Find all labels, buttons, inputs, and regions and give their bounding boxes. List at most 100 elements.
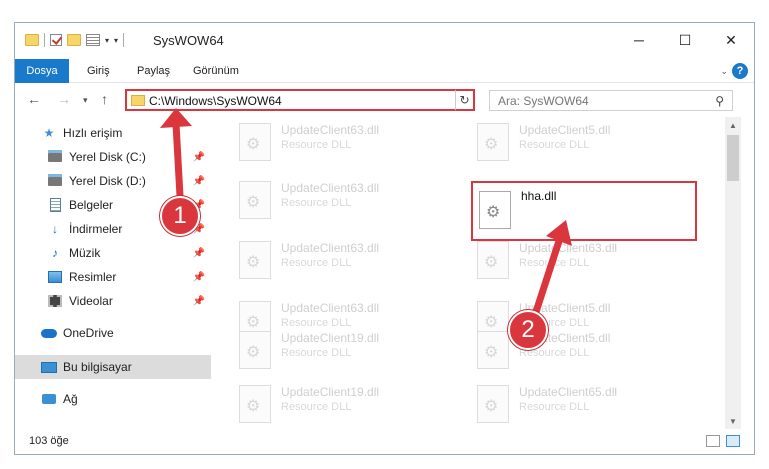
maximize-button[interactable]: ☐ (662, 23, 708, 57)
dll-file-icon: ⚙ (239, 123, 271, 161)
search-icon: ⚲ (715, 94, 724, 108)
dll-file-icon: ⚙ (477, 385, 509, 423)
vertical-scrollbar[interactable]: ▲ ▼ (725, 117, 741, 429)
sidebar-item-videos[interactable]: Videolar 📌 (15, 289, 211, 313)
explorer-window: ▾ ▾ SysWOW64 ─ ☐ ✕ Dosya Giriş Paylaş Gö… (14, 22, 755, 455)
pin-icon[interactable]: 📌 (193, 272, 205, 283)
sidebar-item-music[interactable]: ♪ Müzik 📌 (15, 241, 211, 265)
gear-icon: ⚙ (246, 194, 261, 211)
gear-icon: ⚙ (484, 136, 499, 153)
item-count: 103 öğe (29, 435, 69, 447)
scroll-up-icon[interactable]: ▲ (725, 117, 741, 133)
file-item[interactable]: ⚙ UpdateClient5.dll Resource DLL (477, 117, 697, 167)
navigation-bar: ← → ▾ ↑ C:\Windows\SysWOW64 ⌄ ↻ ⚲ (15, 85, 754, 115)
toolbar-divider (44, 33, 45, 47)
dll-file-icon: ⚙ (239, 331, 271, 369)
file-item-hha-dll[interactable]: ⚙ hha.dll (471, 181, 697, 241)
dll-file-icon: ⚙ (479, 191, 511, 229)
pin-icon[interactable]: 📌 (193, 296, 205, 307)
folder-icon (131, 95, 145, 106)
download-icon: ↓ (52, 222, 58, 236)
drive-icon (48, 173, 62, 186)
large-icons-view-icon[interactable] (726, 435, 740, 447)
dll-file-icon: ⚙ (477, 241, 509, 279)
pin-icon[interactable]: 📌 (193, 152, 205, 163)
new-folder-icon[interactable] (67, 34, 81, 46)
sidebar-item-onedrive[interactable]: OneDrive (15, 321, 211, 345)
step-badge-2: 2 (508, 310, 548, 350)
gear-icon: ⚙ (246, 344, 261, 361)
tab-share[interactable]: Paylaş (137, 59, 170, 83)
help-button[interactable]: ? (732, 63, 748, 79)
pin-icon[interactable]: 📌 (193, 176, 205, 187)
minimize-button[interactable]: ─ (616, 23, 662, 57)
file-item[interactable]: ⚙ UpdateClient65.dll Resource DLL (477, 379, 697, 429)
title-bar: ▾ ▾ SysWOW64 ─ ☐ ✕ (15, 23, 754, 59)
view-switcher (706, 435, 740, 447)
sidebar-item-local-disk-d[interactable]: Yerel Disk (D:) 📌 (15, 169, 211, 193)
sidebar-item-quick-access[interactable]: ★ Hızlı erişim (15, 121, 211, 145)
quick-access-toolbar: ▾ ▾ (25, 33, 125, 47)
file-item[interactable]: ⚙ UpdateClient63.dll Resource DLL (477, 235, 697, 285)
file-list: ⚙ UpdateClient63.dll Resource DLL ⚙ Upda… (211, 115, 741, 427)
gear-icon: ⚙ (484, 254, 499, 271)
dll-file-icon: ⚙ (239, 241, 271, 279)
gear-icon: ⚙ (484, 344, 499, 361)
tab-home[interactable]: Giriş (87, 59, 110, 83)
file-item[interactable]: ⚙ UpdateClient63.dll Resource DLL (239, 117, 459, 167)
computer-icon (41, 361, 57, 373)
folder-icon (25, 34, 39, 46)
star-icon: ★ (43, 126, 55, 140)
properties-icon[interactable] (86, 34, 100, 46)
sidebar-item-local-disk-c[interactable]: Yerel Disk (C:) 📌 (15, 145, 211, 169)
scrollbar-thumb[interactable] (727, 135, 739, 181)
tab-file[interactable]: Dosya (15, 59, 69, 83)
pictures-icon (48, 271, 62, 283)
gear-icon: ⚙ (246, 136, 261, 153)
window-controls: ─ ☐ ✕ (616, 23, 754, 57)
gear-icon: ⚙ (486, 204, 501, 221)
dll-file-icon: ⚙ (477, 123, 509, 161)
cloud-icon (41, 328, 57, 338)
dll-file-icon: ⚙ (239, 385, 271, 423)
address-path: C:\Windows\SysWOW64 (149, 94, 282, 108)
back-arrow-icon[interactable]: ← (27, 91, 41, 107)
drive-icon (48, 149, 62, 162)
refresh-icon[interactable]: ↻ (455, 89, 475, 111)
sidebar-item-this-pc[interactable]: Bu bilgisayar (15, 355, 211, 379)
file-item[interactable]: ⚙ UpdateClient19.dll Resource DLL (239, 325, 459, 375)
status-bar: 103 öğe (15, 429, 754, 454)
sidebar-item-pictures[interactable]: Resimler 📌 (15, 265, 211, 289)
network-icon (42, 394, 56, 404)
sidebar-item-network[interactable]: Ağ (15, 387, 211, 411)
scroll-down-icon[interactable]: ▼ (725, 413, 741, 429)
search-box[interactable]: ⚲ (489, 90, 733, 111)
properties-check-icon[interactable] (50, 34, 62, 46)
qa-menu-icon[interactable]: ▾ (114, 36, 118, 45)
file-item[interactable]: ⚙ UpdateClient19.dll Resource DLL (239, 379, 459, 429)
details-view-icon[interactable] (706, 435, 720, 447)
forward-arrow-icon[interactable]: → (57, 91, 71, 107)
recent-locations-icon[interactable]: ▾ (83, 95, 88, 106)
gear-icon: ⚙ (484, 398, 499, 415)
videos-icon (48, 295, 62, 307)
gear-icon: ⚙ (246, 398, 261, 415)
dll-file-icon: ⚙ (477, 331, 509, 369)
toolbar-divider (123, 33, 125, 47)
file-item[interactable]: ⚙ UpdateClient63.dll Resource DLL (239, 175, 459, 225)
file-item[interactable]: ⚙ UpdateClient63.dll Resource DLL (239, 235, 459, 285)
tab-view[interactable]: Görünüm (193, 59, 239, 83)
window-title: SysWOW64 (153, 33, 224, 48)
customize-dropdown-icon[interactable]: ▾ (105, 36, 109, 45)
pin-icon[interactable]: 📌 (193, 248, 205, 259)
expand-ribbon-icon[interactable]: ⌄ (720, 66, 728, 77)
close-button[interactable]: ✕ (708, 23, 754, 57)
address-bar[interactable]: C:\Windows\SysWOW64 ⌄ (125, 89, 475, 111)
navigation-pane: ★ Hızlı erişim Yerel Disk (C:) 📌 Yerel D… (15, 115, 211, 427)
document-icon (49, 198, 61, 212)
up-arrow-icon[interactable]: ↑ (101, 91, 108, 107)
step-badge-1: 1 (160, 196, 200, 236)
ribbon-tabs: Dosya Giriş Paylaş Görünüm ⌄ ? (15, 59, 754, 83)
dll-file-icon: ⚙ (239, 181, 271, 219)
search-input[interactable] (498, 94, 698, 108)
